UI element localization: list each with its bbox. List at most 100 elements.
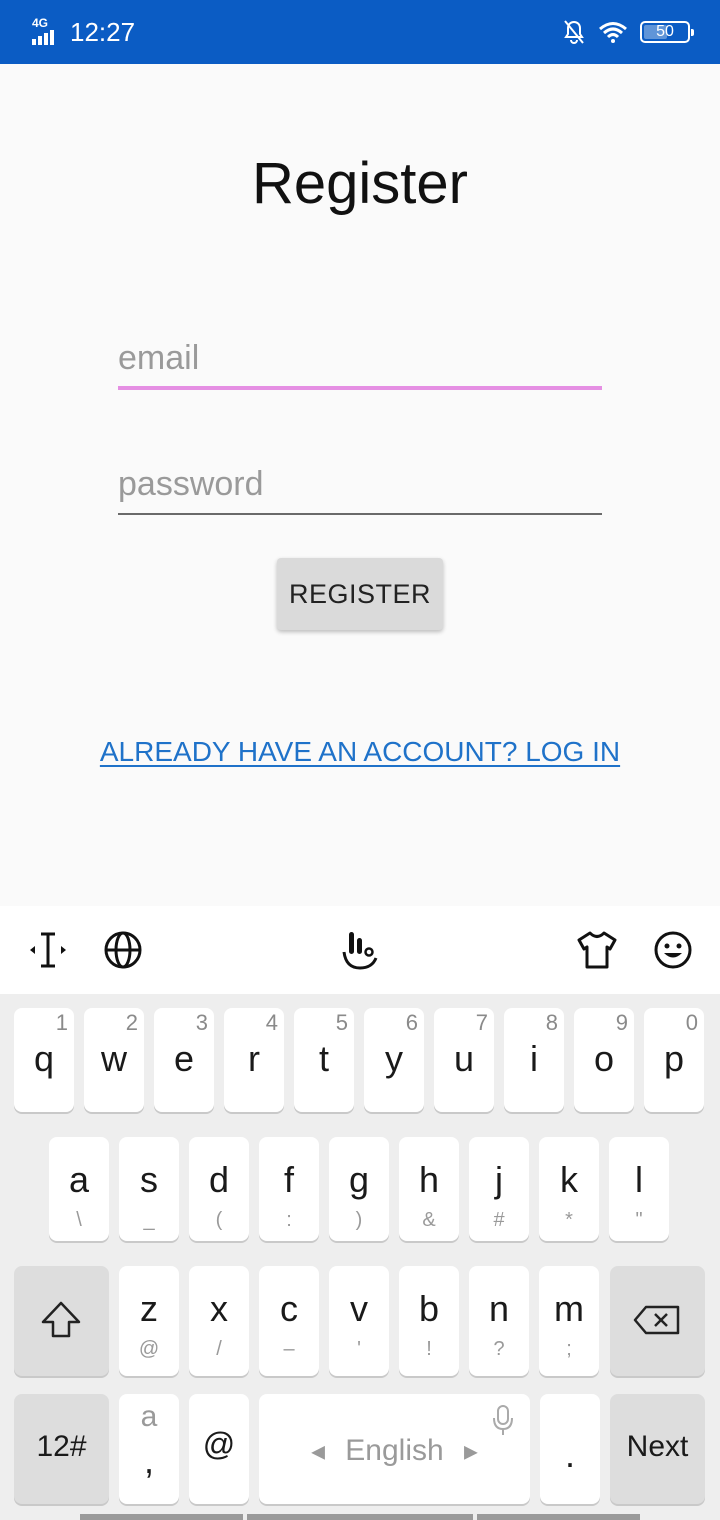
key-t[interactable]: t5: [294, 1008, 354, 1112]
touchpal-logo-icon[interactable]: [338, 928, 382, 972]
key-r[interactable]: r4: [224, 1008, 284, 1112]
key-hint: 0: [685, 1010, 698, 1035]
key-o[interactable]: o9: [574, 1008, 634, 1112]
login-link-label[interactable]: ALREADY HAVE AN ACCOUNT? LOG IN: [100, 736, 620, 767]
key-label: y: [385, 1038, 403, 1079]
key-label: m: [554, 1288, 584, 1329]
key-alt-char: ): [355, 1209, 363, 1231]
key-hint: 9: [615, 1010, 628, 1035]
key-alt-char: &: [422, 1209, 436, 1231]
key-hint: 6: [405, 1010, 418, 1035]
key-hint: 2: [125, 1010, 138, 1035]
key-w[interactable]: w2: [84, 1008, 144, 1112]
key-n[interactable]: n?: [469, 1266, 529, 1376]
key-g[interactable]: g): [329, 1137, 389, 1241]
key-label: a: [68, 1159, 90, 1200]
key-alt-char: ?: [493, 1338, 505, 1360]
status-right: 50: [562, 16, 694, 48]
key-k[interactable]: k *: [539, 1137, 599, 1241]
key-hint: 5: [335, 1010, 348, 1035]
key-s[interactable]: s _: [119, 1137, 179, 1241]
key-alt-char: (: [215, 1209, 223, 1231]
key-z[interactable]: z @: [119, 1266, 179, 1376]
key-v[interactable]: v ': [329, 1266, 389, 1376]
at-key[interactable]: @: [189, 1394, 249, 1504]
key-label: z: [140, 1288, 158, 1329]
key-f[interactable]: f:: [259, 1137, 319, 1241]
password-field[interactable]: [118, 455, 602, 515]
keyboard-toolbar: [0, 906, 720, 994]
arrow-left-icon: ◀: [311, 1441, 325, 1462]
key-p[interactable]: p0: [644, 1008, 704, 1112]
key-label: r: [248, 1038, 260, 1079]
key-h[interactable]: h &: [399, 1137, 459, 1241]
period-key-label: .: [564, 1434, 575, 1475]
key-x[interactable]: x /: [189, 1266, 249, 1376]
battery-level: 50: [656, 23, 674, 40]
key-label: c: [280, 1288, 298, 1329]
space-key[interactable]: ◀ English ▶: [259, 1394, 530, 1504]
key-u[interactable]: u7: [434, 1008, 494, 1112]
period-key[interactable]: .: [540, 1394, 600, 1504]
backspace-icon: [633, 1305, 680, 1335]
key-label: u: [453, 1038, 475, 1079]
key-label: s: [140, 1159, 158, 1200]
key-label: w: [101, 1038, 127, 1079]
key-label: p: [663, 1038, 685, 1079]
theme-shirt-icon[interactable]: [575, 928, 619, 972]
key-alt-char: ;: [566, 1338, 572, 1360]
nav-bar-segment: [477, 1514, 640, 1520]
key-label: g: [348, 1159, 370, 1200]
key-e[interactable]: e3: [154, 1008, 214, 1112]
key-alt-char: ': [357, 1338, 361, 1360]
key-hint: 1: [55, 1010, 68, 1035]
key-d[interactable]: d(: [189, 1137, 249, 1241]
comma-key[interactable]: a ,: [119, 1394, 179, 1504]
register-button[interactable]: REGISTER: [277, 558, 443, 630]
key-i[interactable]: i8: [504, 1008, 564, 1112]
key-alt-char: \: [76, 1209, 82, 1231]
at-key-label: @: [202, 1426, 236, 1462]
key-c[interactable]: c –: [259, 1266, 319, 1376]
key-alt-char: /: [216, 1338, 222, 1360]
status-bar: 4G 12:27 50: [0, 0, 720, 64]
status-left: 4G 12:27: [30, 14, 135, 50]
key-label: b: [418, 1288, 440, 1329]
status-time: 12:27: [70, 17, 136, 47]
key-label: o: [593, 1038, 615, 1079]
key-q[interactable]: q1: [14, 1008, 74, 1112]
key-label: e: [173, 1038, 195, 1079]
key-y[interactable]: y6: [364, 1008, 424, 1112]
key-j[interactable]: j #: [469, 1137, 529, 1241]
key-alt-char: –: [283, 1338, 295, 1360]
key-alt-char: !: [426, 1338, 432, 1360]
key-hint: 8: [545, 1010, 558, 1035]
key-label: t: [318, 1038, 329, 1079]
key-label: x: [210, 1288, 228, 1329]
key-label: q: [33, 1038, 55, 1079]
nav-bar-segment: [80, 1514, 243, 1520]
email-field[interactable]: [118, 330, 602, 390]
arrow-right-icon: ▶: [464, 1441, 478, 1462]
key-label: h: [418, 1159, 440, 1200]
emoji-smiley-icon[interactable]: [651, 928, 695, 972]
key-b[interactable]: b!: [399, 1266, 459, 1376]
key-hint: 7: [475, 1010, 488, 1035]
key-alt-char: :: [286, 1209, 292, 1231]
symbols-key[interactable]: 12#: [14, 1394, 109, 1504]
next-key[interactable]: Next: [610, 1394, 705, 1504]
backspace-key[interactable]: [610, 1266, 705, 1376]
key-label: l: [635, 1159, 643, 1200]
keyboard: q1w2e3r4t5y6u7i8o9p0 a \ s _ d(f: g) h & j # k * l " …: [0, 994, 720, 1520]
shift-key[interactable]: [14, 1266, 109, 1376]
login-link[interactable]: ALREADY HAVE AN ACCOUNT? LOG IN: [0, 736, 720, 768]
key-m[interactable]: m;: [539, 1266, 599, 1376]
key-l[interactable]: l ": [609, 1137, 669, 1241]
text-cursor-icon[interactable]: [26, 928, 70, 972]
space-key-label: ◀ English ▶: [259, 1434, 530, 1468]
register-screen: 4G 12:27 50 Register email REGISTER ALRE…: [0, 0, 720, 1520]
key-alt-char: _: [143, 1209, 155, 1231]
globe-icon[interactable]: [101, 928, 145, 972]
key-a[interactable]: a \: [49, 1137, 109, 1241]
key-label: k: [560, 1159, 578, 1200]
